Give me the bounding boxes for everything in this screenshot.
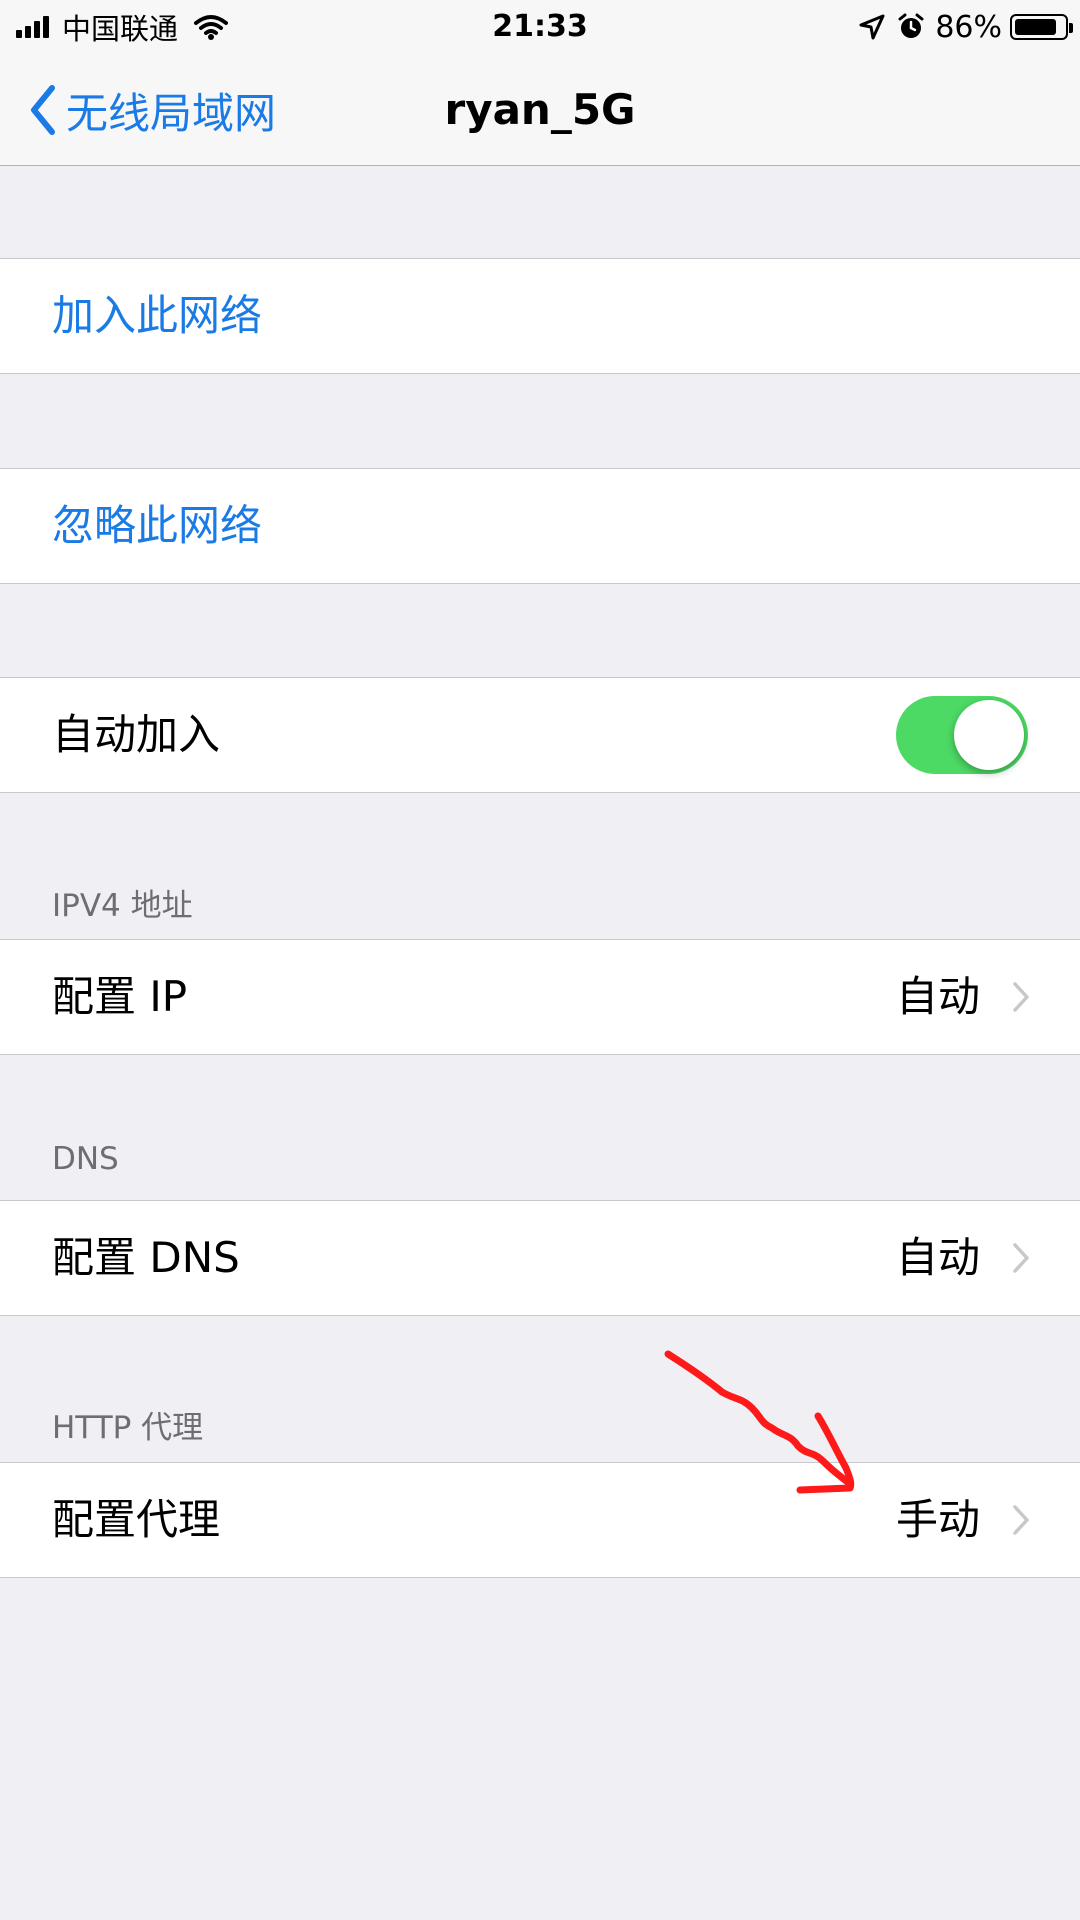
join-network-row[interactable]: 加入此网络 [0, 258, 1080, 374]
configure-dns-value: 自动 [895, 1233, 980, 1282]
configure-dns-row[interactable]: 配置 DNS 自动 [0, 1200, 1080, 1316]
configure-ip-label: 配置 IP [52, 972, 188, 1021]
battery-nub [1069, 23, 1073, 33]
status-bar: 中国联通 21:33 86% [0, 0, 1080, 54]
battery-fill [1015, 19, 1056, 35]
ipv4-section-header: IPV4 地址 [52, 888, 193, 924]
chevron-right-icon [1013, 1505, 1029, 1535]
configure-proxy-label: 配置代理 [52, 1495, 221, 1544]
forget-network-row[interactable]: 忽略此网络 [0, 468, 1080, 584]
location-arrow-icon [859, 14, 885, 40]
chevron-right-icon [1013, 982, 1029, 1012]
chevron-right-icon [1013, 1243, 1029, 1273]
toggle-knob [954, 700, 1024, 770]
forget-network-label: 忽略此网络 [52, 501, 263, 550]
auto-join-row: 自动加入 [0, 677, 1080, 793]
configure-proxy-value: 手动 [895, 1495, 980, 1544]
auto-join-label: 自动加入 [52, 710, 221, 759]
alarm-icon [898, 13, 924, 38]
dns-section-header: DNS [52, 1141, 119, 1177]
navigation-bar: 无线局域网 ryan_5G [0, 54, 1080, 166]
configure-dns-label: 配置 DNS [52, 1233, 240, 1282]
battery-icon [1010, 14, 1073, 40]
status-bar-right: 86% [859, 8, 1073, 46]
http-proxy-section-header: HTTP 代理 [52, 1410, 204, 1446]
configure-ip-value: 自动 [895, 972, 980, 1021]
page-title: ryan_5G [444, 85, 636, 134]
configure-ip-row[interactable]: 配置 IP 自动 [0, 939, 1080, 1055]
join-network-label: 加入此网络 [52, 291, 263, 340]
auto-join-toggle[interactable] [896, 696, 1028, 774]
configure-proxy-row[interactable]: 配置代理 手动 [0, 1462, 1080, 1578]
battery-percent: 86% [935, 9, 1002, 45]
